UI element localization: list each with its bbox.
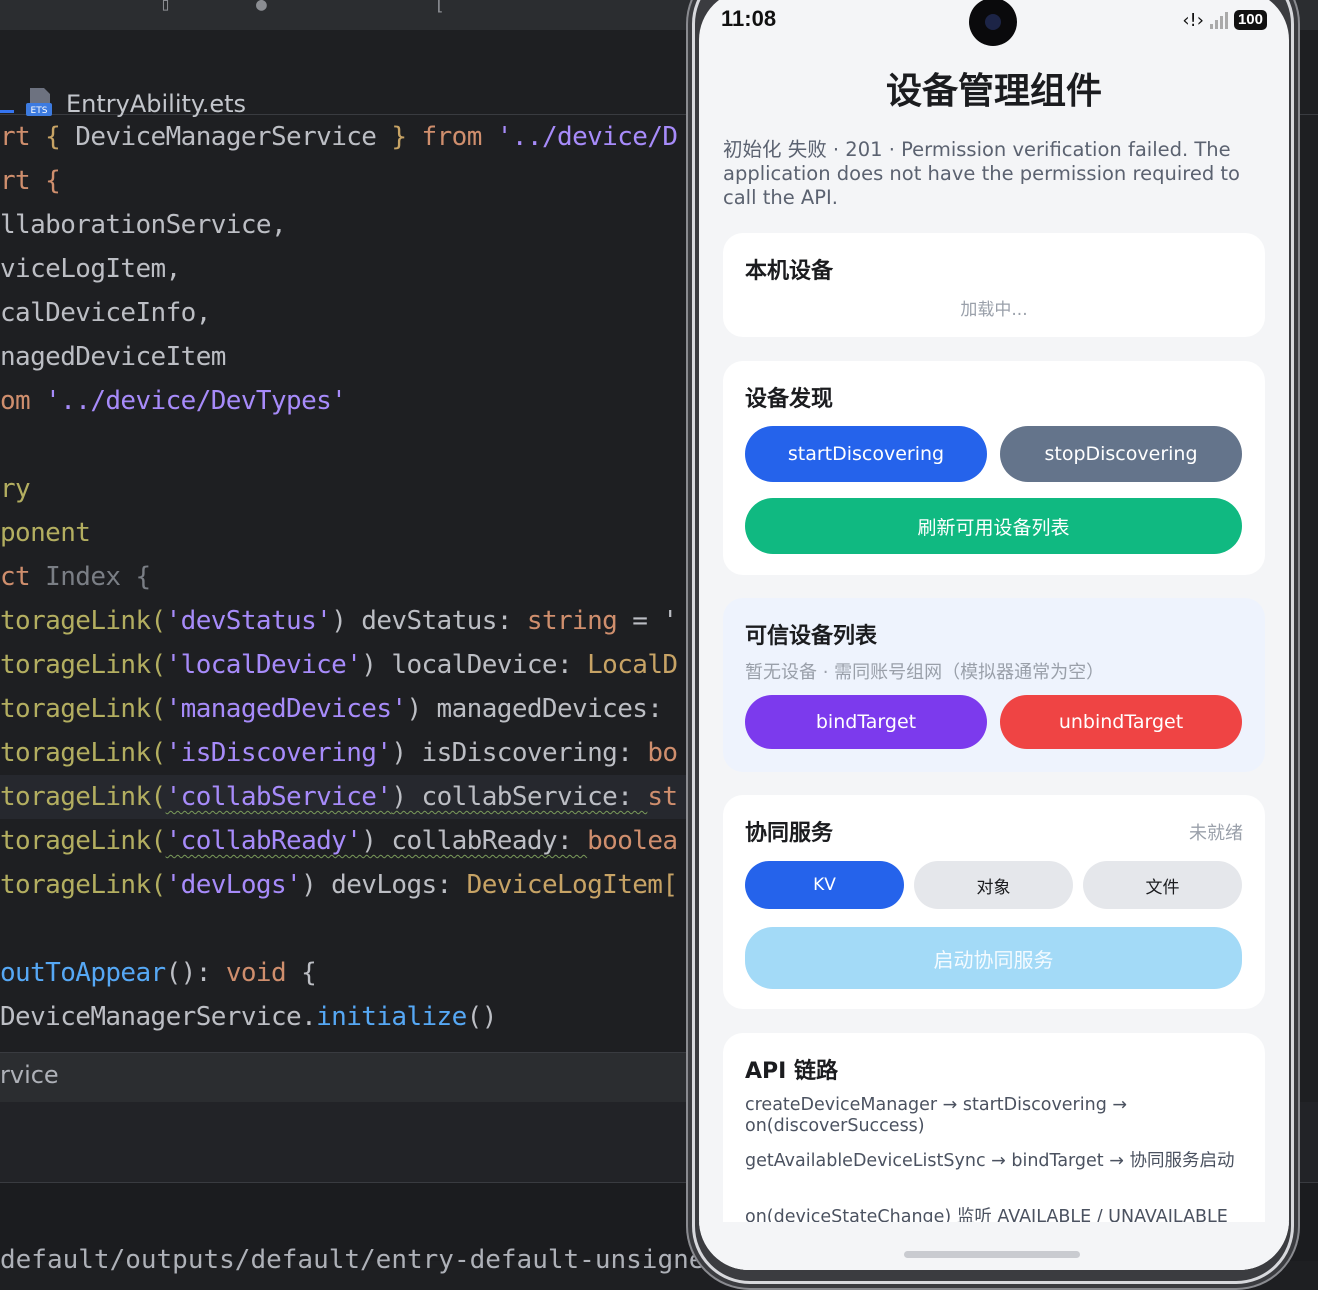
- front-camera: [969, 0, 1017, 46]
- api-line: createDeviceManager → startDiscovering →…: [745, 1095, 1128, 1136]
- breadcrumb-text[interactable]: rvice: [0, 1061, 59, 1089]
- signal-icon: [1209, 11, 1228, 29]
- local-device-card: 本机设备 加载中...: [723, 233, 1265, 337]
- clock: 11:08: [721, 6, 777, 31]
- code-line: torageLink('managedDevices') managedDevi…: [0, 694, 663, 724]
- ets-file-icon: ETS: [26, 88, 52, 116]
- bind-target-button[interactable]: bindTarget: [745, 695, 987, 749]
- code-line-current: torageLink('collabService') collabServic…: [0, 775, 700, 819]
- battery-icon: 100: [1233, 10, 1267, 30]
- start-collab-service-button[interactable]: 启动协同服务: [745, 927, 1242, 989]
- card-title: 本机设备: [745, 259, 834, 284]
- status-icons: ‹!› 100: [1182, 8, 1267, 32]
- code-line: ponent: [0, 518, 91, 548]
- card-title: API 链路: [745, 1059, 838, 1084]
- page-title: 设备管理组件: [885, 71, 1102, 112]
- phone-screen: 11:08 ‹!› 100 设备管理组件 初始化 失败 · 201 · Perm…: [699, 0, 1289, 1270]
- code-line: viceLogItem,: [0, 254, 181, 284]
- code-line: torageLink('localDevice') localDevice: L…: [0, 650, 678, 680]
- code-line: ry: [0, 474, 31, 504]
- device-selector-icon[interactable]: [: [434, 0, 445, 15]
- stop-discovering-button[interactable]: stopDiscovering: [1000, 426, 1242, 482]
- screen-bottom-area: [699, 1222, 1289, 1270]
- home-indicator[interactable]: [904, 1251, 1080, 1258]
- code-line: ct Index {: [0, 562, 151, 592]
- trusted-devices-card: 可信设备列表 暂无设备 · 需同账号组网（模拟器通常为空） bindTarget…: [723, 598, 1265, 772]
- unbind-target-button[interactable]: unbindTarget: [1000, 695, 1242, 749]
- code-line: torageLink('devStatus') devStatus: strin…: [0, 606, 678, 636]
- code-line: om '../device/DevTypes': [0, 386, 347, 416]
- collab-state-badge: 未就绪: [1189, 823, 1243, 844]
- loading-text: 加载中...: [960, 300, 1028, 320]
- tab-object[interactable]: 对象: [914, 861, 1073, 909]
- empty-hint: 暂无设备 · 需同账号组网（模拟器通常为空）: [745, 662, 1105, 683]
- code-line: calDeviceInfo,: [0, 298, 211, 328]
- code-line: outToAppear(): void {: [0, 958, 317, 988]
- code-line: torageLink('devLogs') devLogs: DeviceLog…: [0, 870, 678, 900]
- tab-kv[interactable]: KV: [745, 861, 904, 909]
- run-config-icon[interactable]: ●: [256, 0, 267, 15]
- code-line: rt { DeviceManagerService } from '../dev…: [0, 122, 678, 152]
- hotspot-icon: ‹!›: [1182, 9, 1204, 31]
- discovery-card: 设备发现 startDiscovering stopDiscovering 刷新…: [723, 361, 1265, 575]
- code-line: DeviceManagerService.initialize(): [0, 1002, 497, 1032]
- file-tab-label[interactable]: EntryAbility.ets: [66, 90, 246, 118]
- card-title: 设备发现: [745, 387, 834, 412]
- code-line: nagedDeviceItem: [0, 342, 226, 372]
- init-status-message: 初始化 失败 · 201 · Permission verification f…: [723, 138, 1240, 209]
- active-tab-indicator: [0, 110, 14, 113]
- code-line: llaborationService,: [0, 210, 287, 240]
- start-discovering-button[interactable]: startDiscovering: [745, 426, 987, 482]
- toolbar-icon[interactable]: ▯: [160, 0, 171, 15]
- terminal-output: default/outputs/default/entry-default-un…: [0, 1245, 721, 1275]
- tab-file[interactable]: 文件: [1083, 861, 1242, 909]
- card-title: 协同服务: [745, 821, 834, 846]
- collab-service-card: 协同服务 未就绪 KV 对象 文件 启动协同服务: [723, 795, 1265, 1009]
- card-title: 可信设备列表: [745, 624, 878, 649]
- refresh-device-list-button[interactable]: 刷新可用设备列表: [745, 498, 1242, 554]
- code-line: torageLink('isDiscovering') isDiscoverin…: [0, 738, 678, 768]
- code-editor[interactable]: rt { DeviceManagerService } from '../dev…: [0, 115, 700, 1050]
- editor-breadcrumb: rvice: [0, 1052, 700, 1103]
- status-bar: 11:08 ‹!› 100: [699, 0, 1289, 46]
- code-line: rt {: [0, 166, 61, 196]
- code-line: torageLink('collabReady') collabReady: b…: [0, 826, 678, 856]
- api-line: getAvailableDeviceListSync → bindTarget …: [745, 1151, 1235, 1171]
